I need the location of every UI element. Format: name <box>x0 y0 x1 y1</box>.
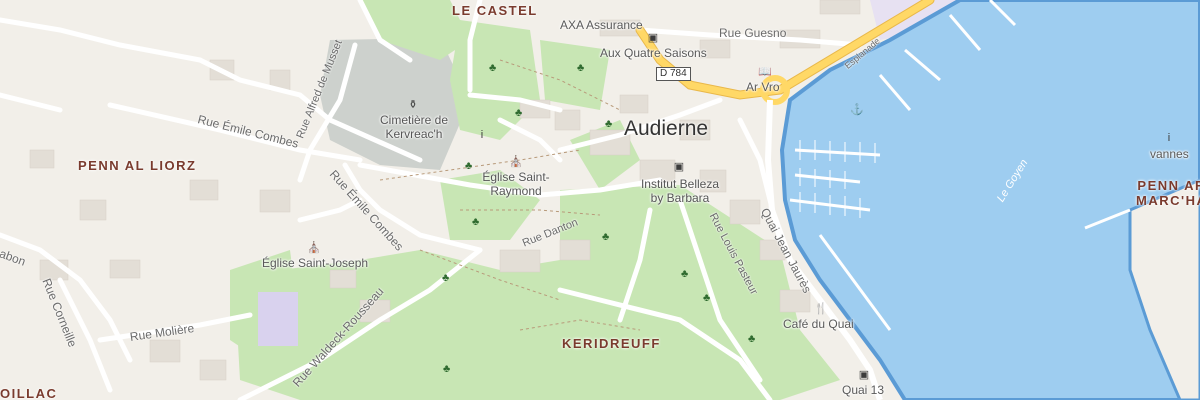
park-icon: ♣ <box>489 62 497 74</box>
cemetery-icon: ⚱ <box>408 99 418 111</box>
info-icon: i <box>1167 132 1171 144</box>
poi-vannes[interactable]: vannes <box>1150 147 1189 161</box>
poi-institut-belleza[interactable]: Institut Belleza by Barbara <box>628 177 732 205</box>
street-rue-guesno: Rue Guesno <box>719 26 787 40</box>
shop-icon: ▣ <box>673 161 685 173</box>
poi-ar-vro[interactable]: Ar Vro <box>746 80 780 94</box>
poi-aux-quatre-saisons[interactable]: Aux Quatre Saisons <box>600 46 707 60</box>
poi-cafe-du-quai[interactable]: Café du Quai <box>783 317 854 331</box>
map-canvas[interactable]: LE CASTEL PENN AL LIORZ PENN AR MARC'HA … <box>0 0 1200 400</box>
info-icon: i <box>480 129 484 141</box>
shop-icon: ▣ <box>647 32 659 44</box>
district-doillac: OILLAC <box>0 386 58 400</box>
poi-axa-assurance[interactable]: AXA Assurance <box>560 18 643 32</box>
park-icon: ♣ <box>515 107 523 119</box>
poi-quai-13[interactable]: Quai 13 <box>842 383 884 397</box>
poi-eglise-saint-raymond[interactable]: Église Saint- Raymond <box>466 170 566 198</box>
church-icon: ⛪ <box>307 242 321 254</box>
district-penn-al-liorz: PENN AL LIORZ <box>78 158 197 173</box>
restaurant-icon: 🍴 <box>814 303 828 315</box>
park-icon: ♣ <box>602 231 610 243</box>
anchor-icon: ⚓ <box>850 104 864 116</box>
bookshop-icon: 📖 <box>758 66 772 78</box>
shop-icon: ▣ <box>858 369 870 381</box>
district-penn-ar-marchad: PENN AR MARC'HA <box>1136 178 1200 208</box>
park-icon: ♣ <box>605 118 613 130</box>
park-icon: ♣ <box>748 333 756 345</box>
road-shield-d784: D 784 <box>656 67 691 81</box>
park-icon: ♣ <box>465 160 473 172</box>
church-icon: ⛪ <box>509 156 523 168</box>
park-icon: ♣ <box>681 268 689 280</box>
poi-eglise-saint-joseph[interactable]: Église Saint-Joseph <box>262 256 368 270</box>
town-label[interactable]: Audierne <box>624 117 708 141</box>
park-icon: ♣ <box>443 363 451 375</box>
district-keridreuff: KERIDREUFF <box>562 336 661 351</box>
park-icon: ♣ <box>577 62 585 74</box>
poi-cimetiere-kervreach[interactable]: Cimetière de Kervreac'h <box>364 113 464 141</box>
district-le-castel: LE CASTEL <box>452 3 538 18</box>
park-icon: ♣ <box>472 216 480 228</box>
park-icon: ♣ <box>442 272 450 284</box>
park-icon: ♣ <box>703 292 711 304</box>
